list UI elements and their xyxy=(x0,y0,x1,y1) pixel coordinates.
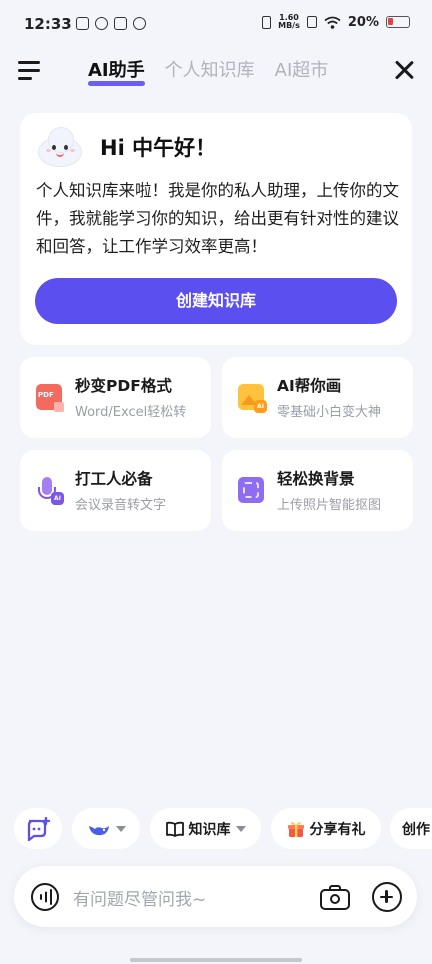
tab-ai-market[interactable]: AI超市 xyxy=(275,56,329,88)
home-indicator[interactable] xyxy=(130,958,302,962)
status-bar: 12:33 1.60 MB/s 20% xyxy=(0,0,432,50)
new-chat-button[interactable] xyxy=(14,808,62,849)
message-icon xyxy=(114,17,127,30)
wifi-icon xyxy=(324,16,341,29)
pdf-icon: PDF xyxy=(36,384,64,412)
voice-input-icon[interactable] xyxy=(31,883,59,911)
feature-title: 轻松换背景 xyxy=(277,470,355,488)
tab-personal-knowledge[interactable]: 个人知识库 xyxy=(165,56,255,88)
feature-subtitle: Word/Excel轻松转 xyxy=(75,405,187,420)
tab-ai-assistant[interactable]: AI助手 xyxy=(88,56,145,88)
feature-subtitle: 会议录音转文字 xyxy=(75,498,167,513)
vibrate-icon xyxy=(262,15,272,29)
camera-icon[interactable] xyxy=(320,884,350,910)
battery-icon xyxy=(386,16,410,28)
feature-tile-pdf[interactable]: PDF 秒变PDF格式 Word/Excel轻松转 xyxy=(20,357,211,438)
share-gift-label: 分享有礼 xyxy=(309,821,366,838)
notification-icons xyxy=(76,17,146,30)
share-gift-chip[interactable]: 分享有礼 xyxy=(271,808,381,849)
chevron-down-icon xyxy=(235,825,246,832)
chat-input-bar: 有问题尽管问我~ xyxy=(14,866,417,927)
feature-title: 打工人必备 xyxy=(75,470,153,488)
feature-tile-transcribe[interactable]: AI 打工人必备 会议录音转文字 xyxy=(20,450,211,531)
feature-tile-background[interactable]: 轻松换背景 上传照片智能抠图 xyxy=(222,450,413,531)
sim-off-icon xyxy=(306,16,317,28)
ai-image-icon: AI xyxy=(238,384,267,413)
add-attachment-icon[interactable] xyxy=(372,882,402,912)
microphone-icon: AI xyxy=(36,477,64,505)
feature-title: 秒变PDF格式 xyxy=(75,377,172,395)
book-icon xyxy=(165,821,184,837)
create-label: 创作 xyxy=(402,821,430,838)
status-time: 12:33 xyxy=(24,15,72,33)
network-speed: 1.60 MB/s xyxy=(278,14,300,30)
chat-input-field[interactable]: 有问题尽管问我~ xyxy=(73,885,206,910)
feature-subtitle: 零基础小白变大神 xyxy=(277,405,382,420)
quick-action-chips: 知识库 分享有礼 创作 xyxy=(0,806,432,852)
knowledge-base-selector[interactable]: 知识库 xyxy=(150,808,261,849)
background-icon xyxy=(238,477,264,503)
new-chat-icon xyxy=(27,816,51,841)
greeting-description: 个人知识库来啦！我是你的私人助理，上传你的文件，我就能学习你的知识，给出更有针对… xyxy=(36,181,399,256)
greeting-title: Hi 中午好！ xyxy=(100,136,217,160)
chevron-down-icon xyxy=(115,825,126,832)
model-selector[interactable] xyxy=(72,808,140,849)
app-notification-icon xyxy=(95,17,108,30)
feature-subtitle: 上传照片智能抠图 xyxy=(277,498,382,513)
whale-icon xyxy=(88,825,109,835)
network-speed-unit: MB/s xyxy=(278,21,300,30)
status-right: 1.60 MB/s 20% xyxy=(262,14,410,30)
tab-bar: AI助手 个人知识库 AI超市 xyxy=(88,56,328,88)
create-chip[interactable]: 创作 xyxy=(390,808,432,849)
feature-tile-ai-draw[interactable]: AI AI帮你画 零基础小白变大神 xyxy=(222,357,413,438)
sync-icon xyxy=(133,17,146,30)
close-button[interactable] xyxy=(392,58,416,82)
feature-title: AI帮你画 xyxy=(277,377,342,395)
create-knowledge-base-button[interactable]: 创建知识库 xyxy=(35,278,397,324)
greeting-card: Hi 中午好！ 个人知识库来啦！我是你的私人助理，上传你的文件，我就能学习你的知… xyxy=(20,113,412,345)
battery-percent: 20% xyxy=(347,14,379,30)
top-header: AI助手 个人知识库 AI超市 xyxy=(0,50,432,94)
menu-button[interactable] xyxy=(18,61,42,81)
knowledge-base-label: 知识库 xyxy=(188,821,231,838)
cloud-mascot-icon xyxy=(34,125,86,167)
gift-icon xyxy=(287,821,304,837)
mail-icon xyxy=(76,17,89,30)
